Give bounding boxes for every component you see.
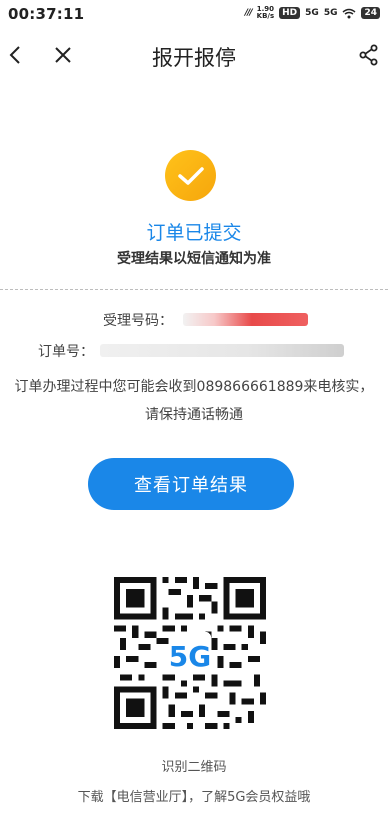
wifi-icon	[342, 8, 356, 18]
hd-badge: HD	[279, 7, 301, 19]
acceptance-number-redacted	[183, 313, 308, 326]
qr-caption: 识别二维码	[161, 760, 227, 775]
network-5g-1: 5G	[305, 8, 319, 18]
nav-bar: 报开报停	[0, 30, 388, 82]
sms-notice-text: 受理结果以短信通知为准	[117, 251, 271, 267]
order-number-redacted	[100, 344, 344, 357]
qr-code[interactable]: 5G	[114, 577, 266, 729]
view-order-result-button[interactable]: 查看订单结果	[88, 458, 294, 510]
status-time: 00:37:11	[8, 5, 85, 23]
status-icons: /// 1.90 KB/s HD 5G 5G 24	[245, 6, 380, 20]
battery-indicator: 24	[361, 7, 380, 19]
dashed-divider	[0, 289, 388, 290]
share-button[interactable]	[354, 40, 384, 70]
page-title: 报开报停	[152, 46, 236, 70]
network-5g-2: 5G	[323, 8, 338, 18]
status-bar: 00:37:11 /// 1.90 KB/s HD 5G 5G 24	[0, 0, 388, 30]
network-speed-unit: KB/s	[256, 12, 275, 20]
callback-message: 订单办理过程中您可能会收到089866661889来电核实，请保持通话畅通	[0, 373, 388, 429]
checkmark-icon	[177, 166, 204, 185]
share-icon	[359, 44, 378, 66]
signal-strength-icon: ///	[244, 8, 253, 18]
acceptance-number-label: 受理号码：	[103, 313, 173, 329]
callback-message-text: 订单办理过程中您可能会收到089866661889来电核实，请保持通话畅通	[14, 379, 374, 423]
order-submitted-heading: 订单已提交	[146, 222, 242, 244]
network-speed: 1.90 KB/s	[257, 6, 274, 20]
order-number-label: 订单号：	[38, 344, 94, 360]
download-app-text: 下载【电信营业厅】，了解5G会员权益哦	[77, 790, 311, 805]
success-check-icon	[165, 150, 216, 201]
qr-5g-badge: 5G	[169, 640, 211, 673]
